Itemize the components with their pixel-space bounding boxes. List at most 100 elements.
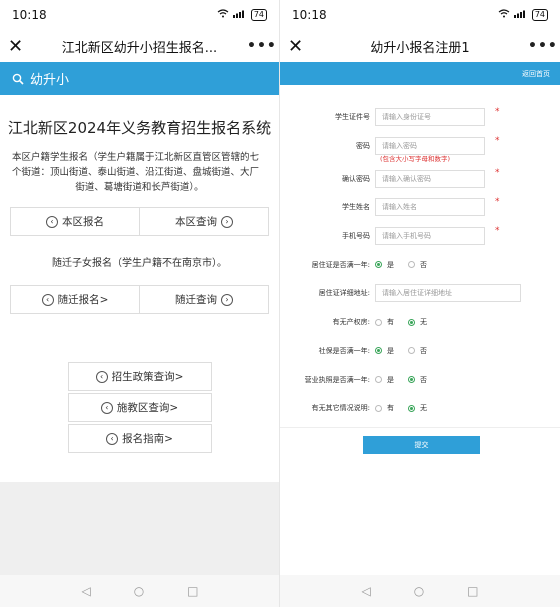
back-icon[interactable]: ◁ [81,584,90,598]
form-row-password: 密码 请输入密码 * (包含大小写字母和数字) [280,132,560,163]
other-radio-group: 有 无 [375,403,427,413]
page-title: 江北新区2024年义务教育招生报名系统 [7,119,272,137]
property-no-radio[interactable]: 无 [408,317,427,327]
local-register-button[interactable]: ‹ 本区报名 [10,207,140,236]
social-security-yes-radio[interactable]: 是 [375,346,394,356]
recents-icon[interactable]: □ [467,584,478,598]
migrant-query-button[interactable]: 随迁查询 › [140,285,269,314]
nav-title: 江北新区幼升小招生报名... [61,40,218,56]
business-license-no-radio[interactable]: 否 [408,375,427,385]
local-desc-line2: 街道、葛塘街道和长芦街道）。 [75,182,204,193]
home-icon[interactable]: ○ [134,584,144,598]
other-label: 有无其它情况说明: [311,404,370,413]
submit-button[interactable]: 提交 [363,435,480,454]
radio-unchecked-icon [375,376,382,384]
back-home-link[interactable]: 返回首页 [522,69,550,79]
radio-checked-icon [408,318,415,326]
business-license-radio-group: 是 否 [375,375,427,385]
chevron-left-icon: ‹ [46,215,58,228]
address-label: 居住证详细地址: [318,289,370,298]
search-icon [12,73,24,85]
search-band[interactable]: 幼升小 [0,62,279,95]
signal-icon [513,9,528,21]
required-mark: * [495,135,500,146]
nav-bar: ✕ 幼升小报名注册1 ••• [280,30,560,62]
migrant-note: 随迁子女报名（学生户籍不在南京市）。 [52,258,227,269]
id-input[interactable]: 请输入身份证号 [375,108,485,127]
form-row-other: 有无其它情况说明: 有 无 [280,394,560,423]
local-query-button[interactable]: 本区查询 › [140,207,269,236]
property-radio-group: 有 无 [375,317,427,327]
nav-bar: ✕ 江北新区幼升小招生报名... ••• [0,30,279,62]
right-screen: 10:18 74 ✕ 幼升小报名注册1 ••• 返回首页 学生证件号 请输入身份… [280,0,560,607]
system-nav: ◁ ○ □ [0,575,279,607]
policy-query-button[interactable]: ‹ 招生政策查询> [67,362,212,391]
close-icon[interactable]: ✕ [8,36,32,57]
district-query-button[interactable]: ‹ 施教区查询> [67,393,212,422]
residence-yes-radio[interactable]: 是 [375,260,394,270]
back-icon[interactable]: ◁ [361,584,370,598]
status-icons: 74 [217,9,267,21]
migrant-button-row: ‹ 随迁报名> 随迁查询 › [10,285,269,314]
social-security-yes-label: 是 [387,346,394,355]
guide-label: 报名指南> [122,433,173,445]
status-time: 10:18 [292,8,327,22]
other-no-radio[interactable]: 无 [408,403,427,413]
divider [280,426,560,428]
recents-icon[interactable]: □ [187,584,198,598]
name-input[interactable]: 请输入姓名 [375,198,485,217]
radio-unchecked-icon [375,404,382,412]
policy-query-label: 招生政策查询> [111,371,184,383]
local-button-row: ‹ 本区报名 本区查询 › [10,207,269,236]
left-screen: 10:18 74 ✕ 江北新区幼升小招生报名... ••• 幼升小 江北新区20… [0,0,280,607]
radio-checked-icon [375,261,382,269]
property-yes-label: 有 [387,318,394,327]
status-bar: 10:18 74 [280,0,560,30]
footer-area [0,482,279,575]
local-desc: 本区户籍学生报名（学生户籍属于江北新区直管区管辖的七个街道：顶山街道、泰山街道、… [0,138,279,195]
form-row-name: 学生姓名 请输入姓名 * [280,193,560,222]
form-row-business-license: 营业执照是否满一年: 是 否 [280,365,560,394]
header-band: 返回首页 [280,62,560,85]
local-register-label: 本区报名 [62,216,104,228]
more-icon[interactable]: ••• [247,38,276,54]
nav-title: 幼升小报名注册1 [370,40,470,56]
close-icon[interactable]: ✕ [288,36,312,57]
home-icon[interactable]: ○ [414,584,424,598]
chevron-left-icon: ‹ [41,293,54,306]
phone-input[interactable]: 请输入手机号码 [375,227,485,246]
battery-icon: 74 [250,9,267,21]
social-security-no-radio[interactable]: 否 [408,346,427,356]
more-icon[interactable]: ••• [528,38,557,54]
confirm-password-label: 确认密码 [342,174,370,183]
radio-unchecked-icon [375,318,382,326]
business-license-yes-radio[interactable]: 是 [375,375,394,385]
guide-button[interactable]: ‹ 报名指南> [67,424,212,453]
migrant-register-label: 随迁报名> [57,294,109,306]
address-input[interactable]: 请输入居住证详细地址 [375,284,521,303]
required-mark: * [495,168,500,179]
other-yes-radio[interactable]: 有 [375,403,394,413]
registration-form: 学生证件号 请输入身份证号 * 密码 请输入密码 * (包含大小写字母和数字) … [280,85,560,454]
password-label: 密码 [356,142,370,151]
residence-radio-group: 是 否 [375,260,427,270]
chevron-left-icon: ‹ [106,432,119,445]
chevron-right-icon: › [221,215,233,228]
status-icons: 74 [498,9,548,21]
residence-label: 居住证是否满一年: [311,260,370,269]
property-yes-radio[interactable]: 有 [375,317,394,327]
other-no-label: 无 [420,404,427,413]
other-yes-label: 有 [387,404,394,413]
radio-unchecked-icon [408,261,415,269]
system-nav: ◁ ○ □ [280,575,560,607]
signal-icon [232,9,247,21]
wifi-icon [217,9,229,21]
residence-yes-label: 是 [387,260,394,269]
confirm-password-input[interactable]: 请输入确认密码 [375,169,485,188]
residence-no-radio[interactable]: 否 [408,260,427,270]
migrant-register-button[interactable]: ‹ 随迁报名> [10,285,140,314]
social-security-label: 社保是否满一年: [318,346,370,355]
id-label: 学生证件号 [335,113,370,122]
search-band-label: 幼升小 [30,73,70,88]
phone-label: 手机号码 [342,232,370,241]
